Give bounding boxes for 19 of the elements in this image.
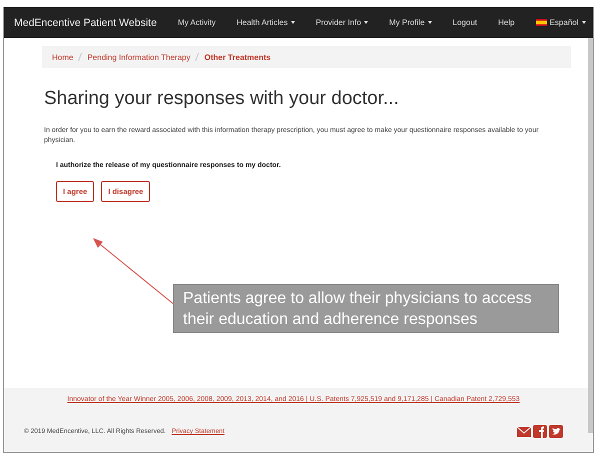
nav-link[interactable]: Español [536, 18, 586, 27]
site-title[interactable]: MedEncentive Patient Website [14, 16, 157, 28]
nav-link[interactable]: My Profile [389, 18, 432, 27]
breadcrumb-link[interactable]: Pending Information Therapy [87, 52, 190, 62]
nav-link[interactable]: My Activity [178, 18, 216, 27]
bird-icon[interactable] [549, 425, 563, 438]
mail-icon[interactable] [517, 425, 531, 438]
page-heading: Sharing your responses with your doctor... [44, 88, 400, 110]
nav-link[interactable]: Help [498, 18, 515, 27]
separator-icon [78, 53, 82, 61]
flag-icon [536, 19, 547, 26]
nav-link[interactable]: Provider Info [316, 18, 368, 27]
facebook-icon[interactable] [533, 425, 547, 438]
breadcrumb-link[interactable]: Other Treatments [204, 52, 271, 62]
breadcrumb-link[interactable]: Home [52, 52, 74, 62]
separator-icon [195, 53, 200, 61]
annotation-callout: Patients agree to allow their physicians to access their education and adherence responses [173, 284, 559, 333]
nav-link[interactable]: Logout [452, 18, 478, 27]
nav-link[interactable]: Health Articles [236, 18, 295, 27]
